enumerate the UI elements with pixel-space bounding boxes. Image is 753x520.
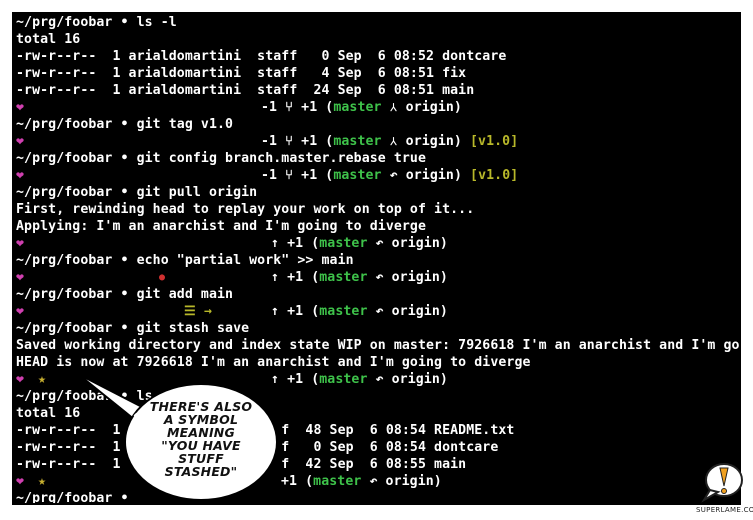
status-ahead-behind: -1 ⑂ +1 ( (261, 100, 334, 115)
remote-status: ↶ origin) (381, 168, 462, 183)
remote-status: ↶ origin) (367, 372, 448, 387)
terminal-line: ~/prg/foobar • git add main (16, 287, 234, 302)
tag-label: [v1.0] (462, 168, 519, 183)
terminal-line: ~/prg/foobar • git pull origin (16, 185, 258, 200)
terminal-line: Saved working directory and index state … (16, 338, 739, 353)
star-stash-icon: ★ (38, 372, 47, 387)
status-ahead-behind: ↑ +1 ( (271, 236, 320, 251)
heart-icon: ❤ (16, 168, 25, 183)
remote-status: ↶ origin) (367, 236, 448, 251)
speech-bubble: There's also a symbol meaning "you have … (77, 373, 278, 512)
branch-name: master (319, 304, 368, 319)
branch-name: master (319, 236, 368, 251)
heart-icon: ❤ (16, 474, 25, 489)
status-line: ❤ -1 ⑂ +1 (master ↶ origin) [v1.0] (16, 167, 518, 184)
branch-name: master (333, 100, 382, 115)
status-line: ❤ ● ↑ +1 (master ↶ origin) (16, 269, 448, 286)
terminal-line: ~/prg/foobar • echo "partial work" >> ma… (16, 253, 354, 268)
terminal-line: ~/prg/foobar • git tag v1.0 (16, 117, 234, 132)
remote-status: ↶ origin) (367, 270, 448, 285)
branch-name: master (333, 168, 382, 183)
terminal-line: ~/prg/foobar • ls -l (16, 15, 177, 30)
heart-icon: ❤ (16, 270, 25, 285)
logo-bubble-icon (701, 463, 743, 503)
bubble-text: There's also a symbol meaning "you have … (126, 400, 276, 478)
status-line: ❤ ★ +1 (master ↶ origin) (16, 473, 442, 490)
remote-status: ⅄ origin) (381, 134, 462, 149)
remote-status: ↶ origin) (361, 474, 442, 489)
terminal-line: ~/prg/foobar • git stash save (16, 321, 250, 336)
status-ahead-behind: ↑ +1 ( (271, 270, 320, 285)
tag-label: [v1.0] (461, 134, 519, 149)
status-line: ❤ ↑ +1 (master ↶ origin) (16, 235, 448, 252)
heart-icon: ❤ (16, 100, 25, 115)
branch-name: master (319, 270, 368, 285)
bubble-line: stashed" (164, 464, 238, 479)
status-line: ❤ ★ ↑ +1 (master ↶ origin) (16, 371, 448, 388)
branch-name: master (333, 134, 382, 149)
status-ahead-behind: ↑ +1 ( (271, 304, 320, 319)
remote-status: ↶ origin) (367, 304, 448, 319)
terminal-line: total 16 (16, 32, 81, 47)
modified-dot-icon: ● (159, 272, 166, 283)
terminal-line: First, rewinding head to replay your wor… (16, 202, 475, 217)
status-ahead-behind: -1 ⑂ +1 ( (261, 168, 334, 183)
staged-changes-icon: ☰ → (184, 304, 213, 319)
terminal-line: Applying: I'm an anarchist and I'm going… (16, 219, 427, 234)
heart-icon: ❤ (16, 304, 25, 319)
star-stash-icon: ★ (38, 474, 47, 489)
heart-icon: ❤ (16, 372, 25, 387)
terminal-line: ~/prg/foobar • git config branch.master.… (16, 151, 427, 166)
terminal-line: HEAD is now at 7926618 I'm an anarchist … (16, 355, 531, 370)
status-ahead-behind: -1 ⑂ +1 ( (261, 134, 334, 149)
status-line: ❤ -1 ⑂ +1 (master ⅄ origin) (16, 99, 462, 116)
status-line: ❤ ☰ → ↑ +1 (master ↶ origin) (16, 303, 448, 320)
logo-text: SUPERLAME.COM (696, 506, 753, 514)
status-line: ❤ -1 ⑂ +1 (master ⅄ origin) [v1.0] (16, 133, 518, 150)
superlame-logo[interactable]: SUPERLAME.COM (696, 456, 753, 517)
heart-icon: ❤ (16, 134, 25, 149)
comic-frame: ~/prg/foobar • ls -l total 16 -rw-r--r--… (0, 0, 753, 517)
terminal-line: -rw-r--r-- 1 arialdomartini staff 0 Sep … (16, 49, 507, 64)
heart-icon: ❤ (16, 236, 25, 251)
remote-status: ⅄ origin) (381, 100, 462, 115)
terminal-line: -rw-r--r-- 1 arialdomartini staff 4 Sep … (16, 66, 467, 81)
terminal-line: -rw-r--r-- 1 arialdomartini staff 24 Sep… (16, 83, 475, 98)
